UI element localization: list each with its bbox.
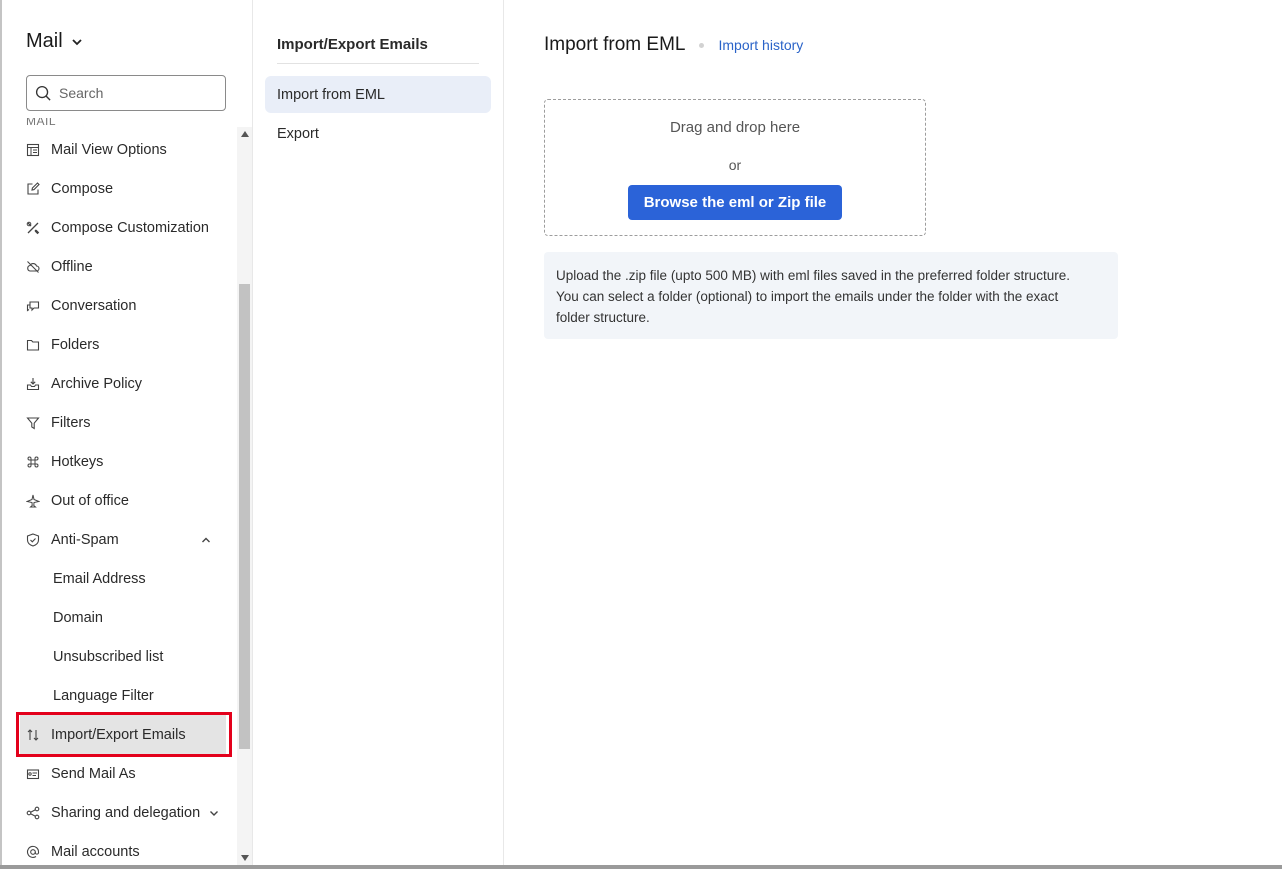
cloud-off-icon	[24, 258, 42, 276]
sidebar-item-label: Out of office	[51, 492, 129, 509]
subnav-item-import-from-eml[interactable]: Import from EML	[265, 76, 491, 113]
section-label-mail: MAIL	[26, 118, 57, 128]
sidebar-item-offline[interactable]: Offline	[2, 247, 236, 286]
upload-info-box: Upload the .zip file (upto 500 MB) with …	[544, 252, 1118, 339]
sidebar-item-mail-accounts[interactable]: Mail accounts	[2, 832, 236, 865]
dot-separator	[699, 42, 705, 48]
sidebar-item-out-of-office[interactable]: Out of office	[2, 481, 236, 520]
sidebar-item-hotkeys[interactable]: Hotkeys	[2, 442, 236, 481]
chat-icon	[24, 297, 42, 315]
sidebar-item-import-export-emails[interactable]: Import/Export Emails	[20, 715, 226, 754]
scroll-up-arrow-icon[interactable]	[237, 127, 252, 141]
scrollbar-thumb[interactable]	[239, 284, 250, 749]
sidebar-item-label: Import/Export Emails	[51, 726, 186, 743]
import-export-subnav: Import/Export Emails Import from EML Exp…	[253, 0, 504, 865]
sidebar-item-label: Send Mail As	[51, 765, 136, 782]
sidebar-item-label: Compose	[51, 180, 114, 197]
sidebar-item-mail-view-options[interactable]: Mail View Options	[2, 130, 236, 169]
folder-icon	[24, 336, 42, 354]
subnav-divider	[277, 63, 479, 64]
sidebar-item-label: Compose Customization	[51, 219, 209, 236]
sidebar-item-label: Conversation	[51, 297, 137, 314]
sidebar-item-language-filter[interactable]: Language Filter	[2, 676, 236, 715]
sidebar-item-domain[interactable]: Domain	[2, 598, 236, 637]
sidebar-item-label: Filters	[51, 414, 91, 431]
sidebar-item-filters[interactable]: Filters	[2, 403, 236, 442]
drop-zone-or: or	[728, 157, 742, 173]
scroll-down-arrow-icon[interactable]	[237, 851, 252, 865]
subnav-title: Import/Export Emails	[277, 36, 428, 53]
sidebar-item-conversation[interactable]: Conversation	[2, 286, 236, 325]
chevron-down-icon[interactable]	[208, 807, 220, 819]
sidebar-item-anti-spam[interactable]: Anti-Spam	[2, 520, 236, 559]
mail-settings-window: Mail MAIL Mail View Options Compose	[0, 0, 1282, 869]
main-panel: Import from EML Import history Drag and …	[504, 0, 1282, 865]
at-icon	[24, 843, 42, 861]
sidebar-item-compose-customization[interactable]: Compose Customization	[2, 208, 236, 247]
sidebar-menu: MAIL Mail View Options Compose Compose C…	[2, 118, 236, 865]
edit-icon	[24, 180, 42, 198]
sidebar-item-label: Anti-Spam	[51, 531, 119, 548]
search-icon	[35, 85, 51, 101]
sidebar-scrollbar[interactable]	[237, 127, 252, 865]
info-text-line: folder structure.	[556, 310, 650, 325]
sidebar-item-unsubscribed-list[interactable]: Unsubscribed list	[2, 637, 236, 676]
sidebar-item-label: Unsubscribed list	[53, 648, 164, 665]
sidebar-item-compose[interactable]: Compose	[2, 169, 236, 208]
sidebar-item-label: Language Filter	[53, 687, 154, 704]
sidebar-item-sharing-and-delegation[interactable]: Sharing and delegation	[2, 793, 236, 832]
sidebar-item-label: Folders	[51, 336, 100, 353]
command-icon	[24, 453, 42, 471]
share-icon	[24, 804, 42, 822]
archive-icon	[24, 375, 42, 393]
sidebar-item-label: Sharing and delegation	[51, 804, 201, 821]
info-text-line: You can select a folder (optional) to im…	[556, 289, 1059, 304]
send-as-icon	[24, 765, 42, 783]
search-input[interactable]	[59, 85, 209, 101]
import-history-link[interactable]: Import history	[718, 37, 803, 53]
subnav-item-export[interactable]: Export	[265, 115, 491, 152]
sidebar-item-archive-policy[interactable]: Archive Policy	[2, 364, 236, 403]
tools-icon	[24, 219, 42, 237]
sidebar-item-label: Archive Policy	[51, 375, 143, 392]
sidebar-item-label: Mail accounts	[51, 843, 140, 860]
main-header: Import from EML Import history	[544, 34, 803, 56]
chevron-down-icon	[72, 38, 82, 45]
sidebar-item-send-mail-as[interactable]: Send Mail As	[2, 754, 236, 793]
search-box[interactable]	[26, 75, 226, 111]
layout-icon	[24, 141, 42, 159]
sidebar-item-folders[interactable]: Folders	[2, 325, 236, 364]
file-drop-zone[interactable]: Drag and drop here or Browse the eml or …	[544, 99, 926, 236]
chevron-up-icon[interactable]	[200, 534, 212, 546]
sidebar-item-label: Email Address	[53, 570, 146, 587]
app-switcher[interactable]: Mail	[26, 30, 83, 53]
page-title: Import from EML	[544, 34, 686, 55]
shield-icon	[24, 531, 42, 549]
sidebar-item-label: Domain	[53, 609, 103, 626]
filter-icon	[24, 414, 42, 432]
sidebar-item-email-address[interactable]: Email Address	[2, 559, 236, 598]
sidebar-item-label: Mail View Options	[51, 141, 167, 158]
info-text-line: Upload the .zip file (upto 500 MB) with …	[556, 268, 1070, 283]
sidebar-item-label: Hotkeys	[51, 453, 104, 470]
settings-sidebar: Mail MAIL Mail View Options Compose	[2, 0, 253, 865]
window-border-bottom	[0, 865, 1282, 869]
plane-icon	[24, 492, 42, 510]
sidebar-item-label: Offline	[51, 258, 93, 275]
app-title: Mail	[26, 30, 63, 52]
browse-file-button[interactable]: Browse the eml or Zip file	[628, 185, 842, 220]
swap-arrows-icon	[24, 726, 42, 744]
drop-zone-text: Drag and drop here	[669, 119, 801, 136]
